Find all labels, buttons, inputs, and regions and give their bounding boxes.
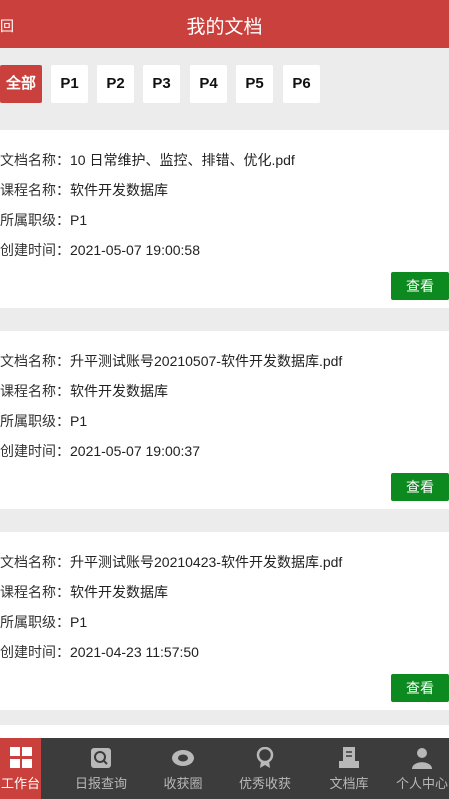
course-name-label: 课程名称： (0, 383, 70, 399)
level-value: P1 (70, 614, 88, 630)
tab-label: 工作台 (0, 776, 40, 791)
document-card: 文档名称：10 日常维护、监控、排错、优化.pdf 课程名称：软件开发数据库 所… (0, 130, 449, 308)
level-label: 所属职级： (0, 413, 70, 429)
filter-p2[interactable]: P2 (97, 65, 134, 103)
doc-name-label: 文档名称： (0, 152, 70, 168)
grid-icon (9, 747, 32, 768)
created-label: 创建时间： (0, 443, 70, 459)
circle-icon (172, 750, 194, 766)
course-name-value: 软件开发数据库 (70, 584, 168, 600)
doc-name-value: 升平测试账号20210507-软件开发数据库.pdf (70, 353, 343, 369)
tab-report-search[interactable]: 日报查询 (64, 738, 138, 799)
doc-name-label: 文档名称： (0, 554, 70, 570)
library-icon (339, 747, 359, 768)
page-title: 我的文档 (186, 17, 263, 38)
document-card-partial (0, 725, 449, 738)
created-label: 创建时间： (0, 242, 70, 258)
created-label: 创建时间： (0, 644, 70, 660)
person-icon (412, 748, 432, 769)
level-value: P1 (70, 413, 88, 429)
tab-label: 优秀收获 (238, 776, 291, 791)
document-card: 文档名称：升平测试账号20210423-软件开发数据库.pdf 课程名称：软件开… (0, 532, 449, 710)
filter-all[interactable]: 全部 (0, 65, 42, 103)
level-value: P1 (70, 212, 88, 228)
report-search-icon (91, 748, 111, 768)
filter-p4[interactable]: P4 (190, 65, 227, 103)
doc-name-value: 10 日常维护、监控、排错、优化.pdf (70, 152, 295, 168)
view-button[interactable]: 查看 (391, 674, 449, 702)
tab-label: 日报查询 (74, 776, 127, 791)
filter-p3[interactable]: P3 (143, 65, 180, 103)
tab-label: 个人中心 (395, 776, 448, 791)
filter-p1[interactable]: P1 (51, 65, 88, 103)
tab-label: 文档库 (329, 776, 369, 791)
created-value: 2021-05-07 19:00:37 (70, 443, 200, 459)
course-name-label: 课程名称： (0, 584, 70, 600)
course-name-value: 软件开发数据库 (70, 383, 168, 399)
level-label: 所属职级： (0, 212, 70, 228)
app-header: 回 我的文档 (0, 0, 449, 48)
award-icon (256, 747, 274, 768)
created-value: 2021-04-23 11:57:50 (70, 644, 199, 660)
filter-p5[interactable]: P5 (236, 65, 273, 103)
filter-p6[interactable]: P6 (283, 65, 320, 103)
tab-workbench[interactable]: 工作台 (0, 738, 41, 799)
doc-name-label: 文档名称： (0, 353, 70, 369)
level-filter-bar: 全部 P1 P2 P3 P4 P5 P6 (0, 48, 449, 122)
tab-personal-center[interactable]: 个人中心 (395, 738, 449, 799)
tab-label: 收获圈 (163, 776, 203, 791)
course-name-value: 软件开发数据库 (70, 182, 168, 198)
level-label: 所属职级： (0, 614, 70, 630)
tab-excellent-harvest[interactable]: 优秀收获 (228, 738, 302, 799)
created-value: 2021-05-07 19:00:58 (70, 242, 200, 258)
document-card: 文档名称：升平测试账号20210507-软件开发数据库.pdf 课程名称：软件开… (0, 331, 449, 509)
view-button[interactable]: 查看 (391, 272, 449, 300)
course-name-label: 课程名称： (0, 182, 70, 198)
tab-harvest-circle[interactable]: 收获圈 (146, 738, 220, 799)
doc-name-value: 升平测试账号20210423-软件开发数据库.pdf (70, 554, 343, 570)
view-button[interactable]: 查看 (391, 473, 449, 501)
tab-document-library[interactable]: 文档库 (312, 738, 386, 799)
bottom-tab-bar: 工作台 日报查询 收获圈 优秀收获 文档库 个人中心 (0, 738, 449, 799)
